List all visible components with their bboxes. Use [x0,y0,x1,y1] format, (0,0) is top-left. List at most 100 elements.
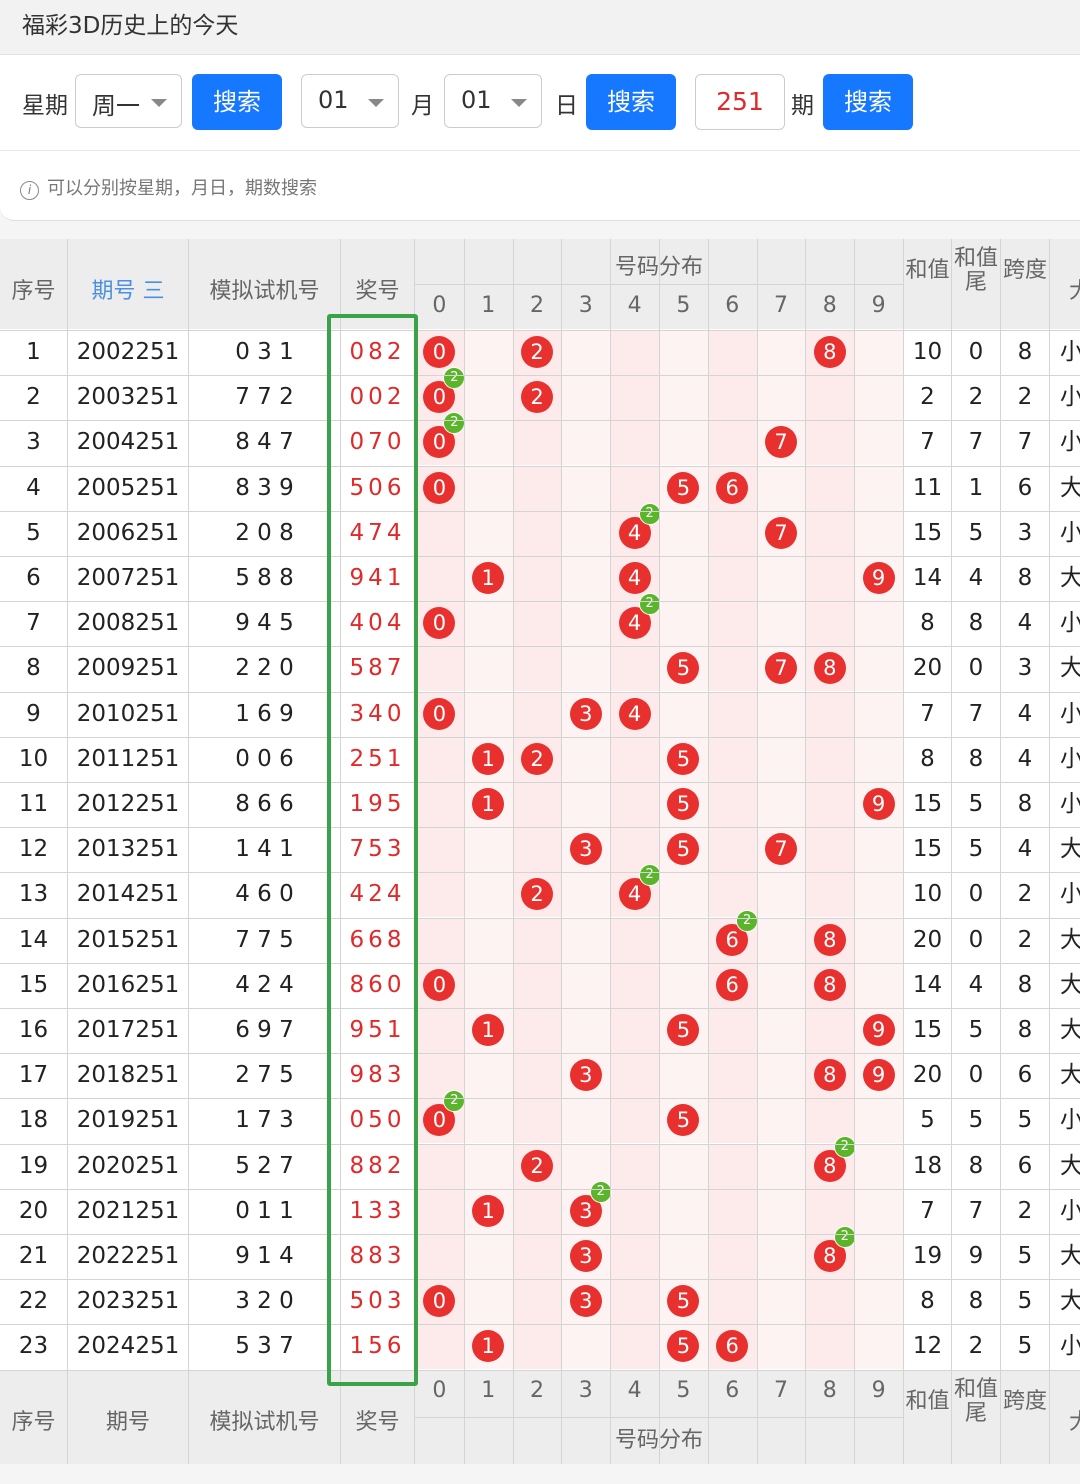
grid-line [805,239,806,1464]
dist-cell-bg [561,330,611,375]
digit-header: 8 [822,1378,837,1403]
cell-sum: 5 [920,1107,935,1134]
table-row: 23 2024251 5 3 7 156 12 2 5 小 1 5 6 [0,1324,1080,1370]
dist-cell-bg [610,736,659,782]
cell-size: 小 [1060,700,1080,727]
dist-cell-bg [512,556,562,601]
dist-cell-bg [610,1234,659,1279]
cell-span: 4 [1017,700,1033,727]
dist-cell-bg [707,782,757,827]
dist-cell-bg [561,465,611,511]
cell-issue: 2021251 [76,1197,180,1224]
cell-size: 小 [1060,610,1080,637]
cell-seq: 7 [26,610,41,637]
grid-line [0,737,1080,738]
cell-seq: 5 [26,519,41,546]
grid-line [0,827,1080,828]
cell-span: 5 [1017,1333,1033,1360]
table-row: 20 2021251 0 1 1 133 7 7 2 小 1 3 2 [0,1180,1080,1234]
cell-seq: 6 [26,565,41,591]
month-select[interactable]: 01 [301,74,399,128]
cell-sim: 8 3 9 [235,474,294,501]
dist-cell-bg [415,1324,464,1370]
dist-cell-bg [561,1008,611,1053]
weekday-search-button[interactable]: 搜索 [192,74,282,130]
dist-cell-bg [415,1234,464,1279]
dist-cell-bg [854,465,903,511]
dist-cell-bg [512,691,562,737]
number-ball: 9 [862,788,895,820]
issue-search-button[interactable]: 搜索 [823,74,913,130]
cell-tail: 8 [968,1288,984,1315]
grid-line [0,466,1080,467]
grid-line [0,646,1080,647]
dist-cell-bg [463,1143,513,1189]
number-ball: 3 [569,1240,602,1272]
month-label: 月 [411,93,434,119]
dist-cell-bg [659,420,708,466]
col-seq-header: 序号 [11,279,56,304]
dist-cell-bg [854,1324,903,1370]
dist-cell-bg [512,827,562,873]
cell-span: 8 [1017,791,1033,817]
cell-span: 6 [1017,474,1033,501]
dist-cell-bg [756,330,806,375]
dist-cell-bg [756,872,806,918]
cell-sim: 7 7 2 [235,384,294,411]
cell-issue: 2007251 [76,565,180,591]
cell-sim: 7 7 5 [235,926,294,953]
cell-seq: 12 [18,836,49,863]
grid-line [0,420,1080,421]
cell-issue: 2004251 [76,429,180,456]
table-row: 11 2012251 8 6 6 195 15 5 8 小 1 5 9 [0,782,1080,827]
grid-line [0,1324,1080,1325]
dist-cell-bg [854,1234,903,1279]
chevron-down-icon [151,99,167,107]
digit-header: 7 [773,1378,788,1403]
cell-span: 8 [1017,971,1033,998]
grid-line [0,782,1080,783]
date-search-button[interactable]: 搜索 [586,74,676,130]
cell-seq: 11 [18,791,49,817]
dist-cell-bg [854,1098,903,1144]
dist-cell-bg [756,1279,806,1325]
cell-span: 8 [1017,339,1033,365]
dist-cell-bg [659,917,708,963]
cell-size: 大 [1060,926,1080,953]
cell-seq: 10 [18,745,49,772]
digit-header: 8 [822,293,837,318]
dist-cell-bg [854,962,903,1008]
table-row: 2 2003251 7 7 2 002 2 2 2 小 0 2 2 [0,367,1080,421]
dist-cell-bg [659,1234,708,1279]
cell-size: 小 [1060,519,1080,546]
issue-input[interactable]: 251 [695,74,785,130]
cell-seq: 1 [26,339,41,365]
weekday-select[interactable]: 周一 [75,74,182,128]
cell-seq: 8 [26,655,41,682]
table-row: 9 2010251 1 6 9 340 7 7 4 小 0 3 4 [0,691,1080,737]
cell-sum: 8 [920,610,935,637]
dist-cell-bg [561,601,611,647]
search-card: 福彩3D历史上的今天 星期 周一 搜索 01 月 01 日 搜索 251 期 搜… [0,0,1080,221]
dist-cell-bg [707,1234,757,1279]
cell-sim: 1 7 3 [235,1107,294,1134]
cell-sum: 19 [912,1243,943,1269]
cell-size: 大 [1060,1288,1080,1315]
dist-cell-bg [610,1324,659,1370]
dist-cell-bg [512,1234,562,1279]
cell-span: 2 [1017,926,1033,953]
dist-cell-bg [659,1053,708,1099]
col-issue-header[interactable]: 期号 三 [68,273,188,305]
dist-cell-bg [805,872,855,918]
dist-cell-bg [854,827,903,873]
info-icon: i [20,181,39,200]
day-select[interactable]: 01 [444,74,542,128]
dist-cell-bg [854,917,903,963]
cell-sum: 15 [912,791,943,817]
cell-sim: 2 7 5 [235,1062,294,1089]
dist-cell-bg [659,330,708,375]
cell-tail: 7 [968,1197,984,1224]
cell-issue: 2016251 [76,971,180,998]
dist-cell-bg [805,375,855,421]
dist-cell-bg [805,1008,855,1053]
